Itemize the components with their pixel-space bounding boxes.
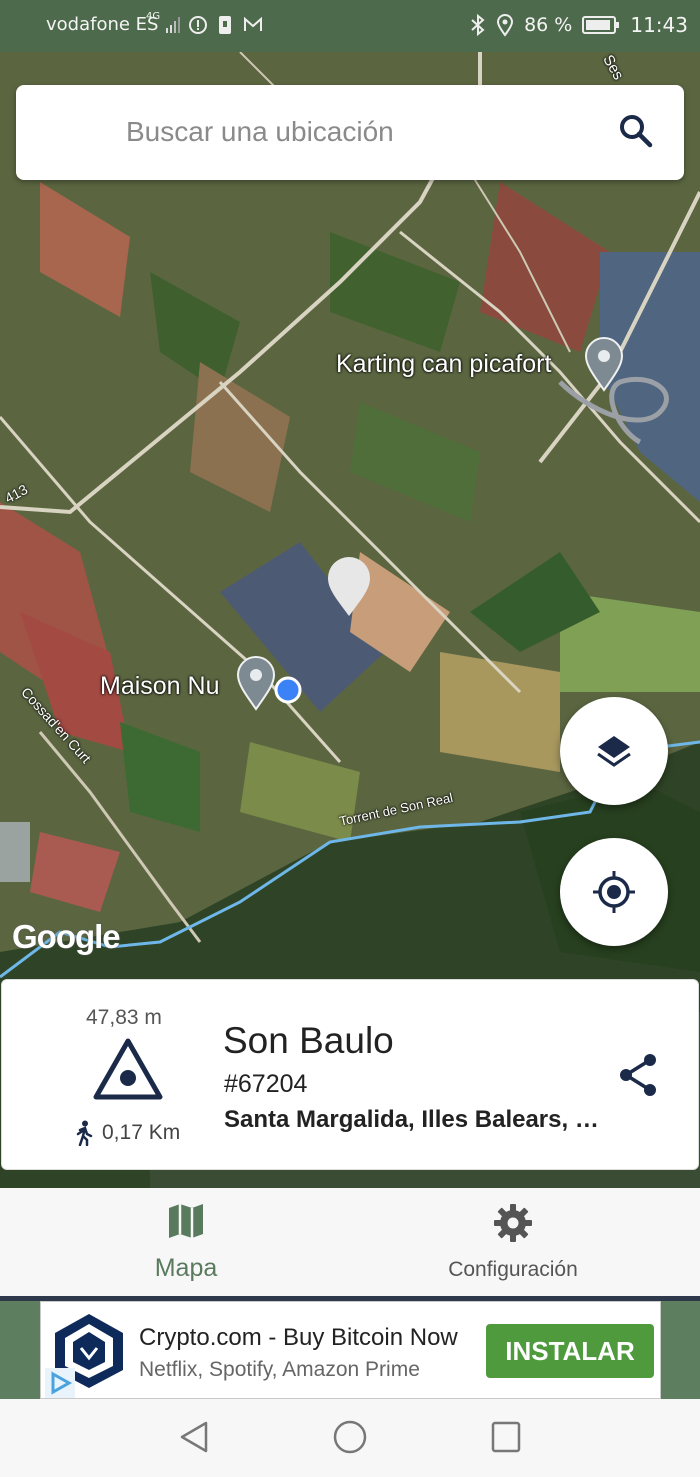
share-icon[interactable]: [616, 1052, 662, 1098]
signal-icon: [166, 17, 180, 33]
tab-settings[interactable]: Configuración: [363, 1188, 663, 1296]
ad-subtitle: Netflix, Spotify, Amazon Prime: [139, 1358, 420, 1381]
walking-icon: [76, 1120, 93, 1146]
crosshair-icon: [593, 871, 635, 913]
bluetooth-icon: [471, 13, 485, 37]
alert-icon: [189, 16, 207, 34]
system-navigation-bar: [0, 1399, 700, 1477]
clock: 11:43: [630, 13, 688, 37]
map-pin-selected[interactable]: [326, 556, 372, 618]
ad-banner: Crypto.com - Buy Bitcoin Now Netflix, Sp…: [0, 1301, 700, 1399]
map-pin-maison[interactable]: [236, 655, 276, 711]
map-icon: [169, 1204, 203, 1238]
poi-label-karting[interactable]: Karting can picafort: [336, 350, 551, 379]
layers-button[interactable]: [560, 697, 668, 805]
elevation-value: 47,83 m: [86, 1006, 162, 1029]
battery-percent: 86 %: [524, 14, 573, 36]
adchoices-icon[interactable]: [45, 1368, 75, 1398]
search-bar: [16, 85, 684, 180]
ad-title[interactable]: Crypto.com - Buy Bitcoin Now: [139, 1324, 458, 1352]
location-region: Santa Margalida, Illes Balears, España: [224, 1106, 604, 1133]
battery-icon: [582, 16, 620, 34]
ad-container[interactable]: Crypto.com - Buy Bitcoin Now Netflix, Sp…: [40, 1301, 661, 1399]
tab-map[interactable]: Mapa: [36, 1188, 336, 1296]
location-name: Son Baulo: [223, 1020, 394, 1061]
recents-icon[interactable]: [490, 1419, 522, 1455]
status-bar: vodafone ES 4G 86 % 11:43: [0, 0, 700, 52]
sim-icon: [219, 16, 231, 34]
location-id: #67204: [224, 1070, 308, 1098]
bottom-navigation: Mapa Configuración: [0, 1188, 700, 1296]
walking-distance: 0,17 Km: [74, 1120, 180, 1146]
gear-icon: [494, 1204, 532, 1242]
map-pin-karting[interactable]: [584, 336, 624, 392]
carrier-name: vodafone ES: [46, 14, 159, 35]
search-icon[interactable]: [616, 111, 656, 151]
tab-map-label: Mapa: [154, 1254, 218, 1282]
layers-icon: [597, 736, 631, 767]
location-info-card[interactable]: 47,83 m 0,17 Km Son Baulo #67204 Santa M…: [1, 979, 699, 1170]
search-input[interactable]: [126, 107, 576, 157]
location-icon: [497, 14, 514, 37]
home-icon[interactable]: [332, 1419, 368, 1455]
mail-icon: [244, 16, 262, 31]
back-icon[interactable]: [178, 1419, 210, 1455]
google-attribution: Google: [12, 918, 121, 955]
user-location-dot: [274, 676, 302, 704]
network-badge: 4G: [146, 11, 161, 22]
install-button[interactable]: INSTALAR: [486, 1324, 654, 1378]
survey-marker-icon: [93, 1038, 163, 1100]
walking-distance-value: 0,17 Km: [102, 1121, 181, 1144]
my-location-button[interactable]: [560, 838, 668, 946]
poi-label-maison[interactable]: Maison Nu: [100, 672, 220, 701]
tab-settings-label: Configuración: [448, 1258, 578, 1281]
